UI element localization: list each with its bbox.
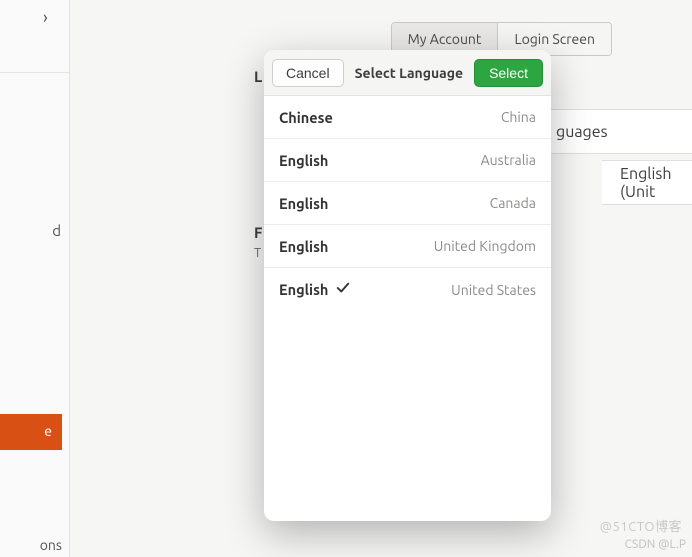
list-item[interactable]: English Canada (264, 182, 551, 225)
watermark-text: CSDN @L.P (625, 538, 686, 551)
language-region: United States (451, 282, 536, 298)
language-region: Australia (481, 152, 536, 168)
language-name: Chinese (279, 109, 333, 126)
dialog-header: Cancel Select Language Select (264, 50, 551, 96)
watermark-text: @51CTO博客 (600, 516, 682, 535)
dialog-title: Select Language (355, 65, 464, 81)
select-button[interactable]: Select (474, 59, 543, 87)
language-list: Chinese China English Australia English … (264, 96, 551, 521)
check-icon (336, 281, 350, 298)
language-name: English (279, 238, 328, 255)
language-name: English (279, 195, 328, 212)
language-name: English (279, 281, 350, 298)
select-language-dialog: Cancel Select Language Select Chinese Ch… (264, 50, 551, 521)
list-item[interactable]: English United Kingdom (264, 225, 551, 268)
cancel-button[interactable]: Cancel (272, 59, 344, 87)
list-item[interactable]: English United States (264, 268, 551, 311)
language-region: Canada (490, 195, 536, 211)
list-item[interactable]: Chinese China (264, 96, 551, 139)
language-name: English (279, 152, 328, 169)
list-item[interactable]: English Australia (264, 139, 551, 182)
language-region: United Kingdom (434, 238, 536, 254)
language-region: China (501, 109, 536, 125)
